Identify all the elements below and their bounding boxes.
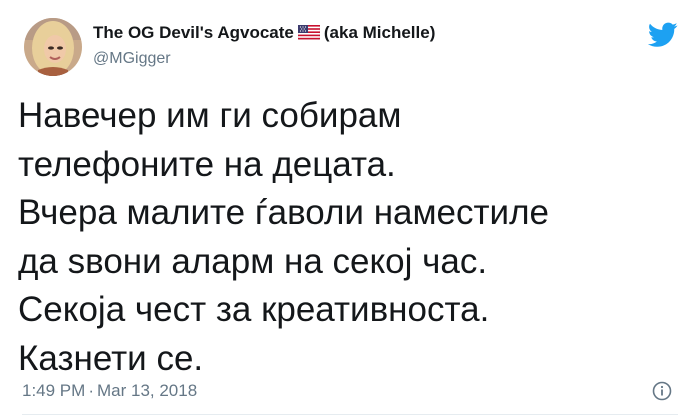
tweet-line: Казнети се. [18, 338, 204, 378]
tweet-text: Навечер им ги собирам телефоните на деца… [18, 92, 688, 383]
info-icon[interactable] [652, 381, 672, 401]
tweet-line: Навечер им ги собирам [18, 96, 402, 135]
avatar-image [24, 18, 82, 76]
tweet-line: телефоните на децата. [18, 144, 396, 184]
twitter-bird-icon[interactable] [647, 22, 678, 48]
tweet-line: Секоја чест за креативноста. [18, 290, 490, 329]
tweet-line: Вчера малите ѓаволи наместиле [18, 193, 549, 232]
tweet-card: The OG Devil's Agvocate (aka Michelle) @… [0, 0, 700, 419]
display-name-text: The OG Devil's Agvocate [93, 23, 294, 42]
author-block: The OG Devil's Agvocate (aka Michelle) @… [93, 22, 435, 69]
tweet-time: 1:49 PM [22, 381, 86, 400]
display-name[interactable]: The OG Devil's Agvocate (aka Michelle) [93, 22, 435, 46]
tweet-timestamp[interactable]: 1:49 PM · Mar 13, 2018 [22, 381, 197, 401]
divider [22, 414, 678, 415]
display-name-suffix: (aka Michelle) [323, 23, 436, 42]
author-handle[interactable]: @MGigger [93, 49, 435, 69]
tweet-date: Mar 13, 2018 [96, 381, 198, 400]
avatar[interactable] [24, 18, 82, 76]
timestamp-separator: · [88, 381, 94, 400]
tweet-line: да ѕвони аларм на секој час. [18, 241, 488, 281]
us-flag-icon [297, 24, 321, 46]
